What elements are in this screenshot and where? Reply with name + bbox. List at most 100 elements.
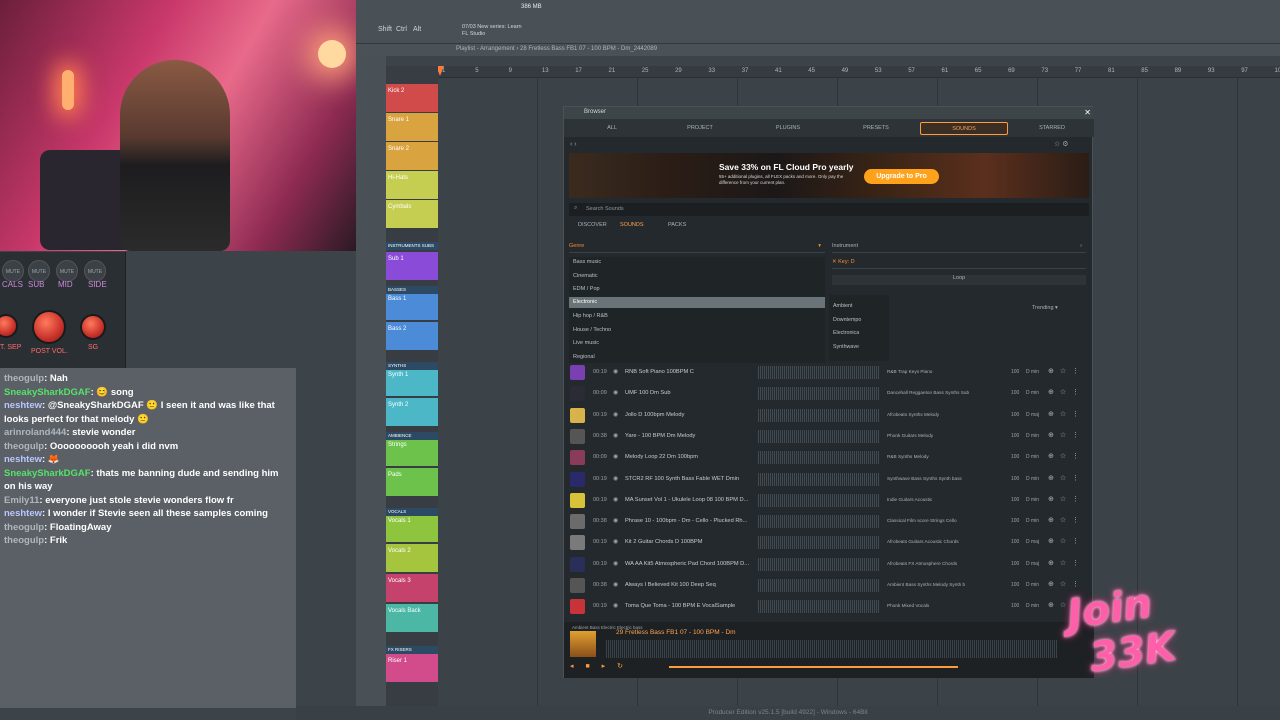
stereo-sep-knob[interactable]	[0, 314, 18, 338]
tab-plugins[interactable]: PLUGINS	[744, 122, 832, 135]
tab-presets[interactable]: PRESETS	[832, 122, 920, 135]
chat-username[interactable]: Emily11	[4, 495, 39, 506]
genre-item[interactable]: Cinematic	[573, 273, 597, 279]
track-header[interactable]: Kick 2	[386, 84, 438, 112]
row-actions[interactable]: ⊕☆⋮	[1048, 537, 1085, 545]
subgenre-item[interactable]: Downtempo	[833, 317, 861, 323]
track-group-header[interactable]: AMBIENCE	[386, 432, 438, 440]
track-header[interactable]: Pads	[386, 468, 438, 496]
track-header[interactable]: Snare 1	[386, 113, 438, 141]
tab-project[interactable]: PROJECT	[656, 122, 744, 135]
ctrl-button[interactable]: Ctrl	[396, 26, 407, 38]
track-header[interactable]: Bass 1	[386, 292, 438, 320]
genre-item[interactable]: Live music	[573, 340, 599, 346]
tab-starred[interactable]: STARRED	[1008, 122, 1096, 135]
search-input[interactable]: ⌕ Search Sounds	[569, 203, 1089, 216]
upgrade-button[interactable]: Upgrade to Pro	[864, 169, 939, 184]
sample-name[interactable]: Always I Believed Kit 100 Deep Seq	[625, 582, 755, 588]
sample-name[interactable]: Melody Loop 22 Dm 100bpm	[625, 454, 755, 460]
preview-icon[interactable]: ◉	[613, 368, 618, 375]
sample-name[interactable]: Kit 2 Guitar Chords D 100BPM	[625, 539, 755, 545]
chat-username[interactable]: arinroland444	[4, 427, 66, 438]
subtab-sounds[interactable]: SOUNDS	[620, 222, 644, 228]
sample-name[interactable]: WA AA Kit5 Atmospheric Pad Chord 100BPM …	[625, 561, 755, 567]
mute-button[interactable]: MUTE	[84, 260, 106, 282]
chat-username[interactable]: neshtew	[4, 400, 42, 411]
transport-controls[interactable]: ◂ ■ ▸ ↻	[570, 662, 628, 670]
genre-item[interactable]: House / Techno	[573, 327, 611, 333]
player-progress[interactable]	[669, 666, 959, 668]
track-header[interactable]: Vocals 3	[386, 574, 438, 602]
row-actions[interactable]: ⊕☆⋮	[1048, 367, 1085, 375]
sample-name[interactable]: Phrase 10 - 100bpm - Dm - Cello - Plucke…	[625, 518, 755, 524]
genre-item[interactable]: Hip hop / R&B	[573, 313, 608, 319]
chat-username[interactable]: theogulp	[4, 373, 44, 384]
post-volume-knob[interactable]	[32, 310, 66, 344]
subgenre-item[interactable]: Synthwave	[833, 344, 859, 350]
row-actions[interactable]: ⊕☆⋮	[1048, 474, 1085, 482]
preview-icon[interactable]: ◉	[613, 496, 618, 503]
subgenre-item[interactable]: Electronica	[833, 330, 859, 336]
genre-item[interactable]: Electronic	[569, 296, 825, 308]
track-header[interactable]: Synth 1	[386, 368, 438, 396]
sort-dropdown[interactable]: Trending ▾	[1032, 305, 1058, 311]
sample-name[interactable]: Jollo D 100bpm Melody	[625, 412, 755, 418]
track-header[interactable]: Bass 2	[386, 322, 438, 350]
track-group-header[interactable]: INSTRUMENTS SUBS	[386, 242, 438, 250]
loop-filter[interactable]: Loop	[832, 275, 1086, 285]
sample-row[interactable]: 00:38 ◉ Phrase 10 - 100bpm - Dm - Cello - …	[564, 511, 1094, 532]
mute-button[interactable]: MUTE	[56, 260, 78, 282]
sample-row[interactable]: 00:19 ◉ Toma Que Toma - 100 BPM E VocalSam…	[564, 596, 1094, 617]
sample-row[interactable]: 00:19 ◉ Jollo D 100bpm Melody Afrobeats Syn…	[564, 405, 1094, 426]
track-header[interactable]: Riser 1	[386, 654, 438, 682]
sample-name[interactable]: STCR2 RF 100 Synth Bass Fable WET Dmin	[625, 476, 755, 482]
preview-icon[interactable]: ◉	[613, 475, 618, 482]
track-header[interactable]: Snare 2	[386, 142, 438, 170]
back-icon[interactable]: ‹ ›	[570, 141, 577, 148]
track-group-header[interactable]: FX RISERS	[386, 646, 438, 654]
sample-row[interactable]: 00:38 ◉ Yare - 100 BPM Dm Melody Phonk Guit…	[564, 426, 1094, 447]
shift-button[interactable]: Shift	[378, 26, 392, 38]
row-actions[interactable]: ⊕☆⋮	[1048, 559, 1085, 567]
genre-item[interactable]: EDM / Pop	[573, 286, 600, 292]
instrument-dropdown[interactable]: Instrument ›	[832, 243, 1086, 253]
track-group-header[interactable]: BASSES	[386, 286, 438, 294]
mute-button[interactable]: MUTE	[28, 260, 50, 282]
preview-icon[interactable]: ◉	[613, 432, 618, 439]
sample-row[interactable]: 00:09 ◉ Melody Loop 22 Dm 100bpm R&B Synths…	[564, 447, 1094, 468]
preview-icon[interactable]: ◉	[613, 411, 618, 418]
chat-username[interactable]: theogulp	[4, 522, 44, 533]
track-header[interactable]: Sub 1	[386, 252, 438, 280]
row-actions[interactable]: ⊕☆⋮	[1048, 452, 1085, 460]
sample-name[interactable]: MA Sunset Vol 1 - Ukulele Loop 08 100 BP…	[625, 497, 755, 503]
subgenre-item[interactable]: Ambient	[833, 303, 852, 309]
genre-item[interactable]: Regional	[573, 354, 595, 360]
timeline-ruler[interactable]: 1 5 9 13 17 21 25 29 33 37 41 45 49 53 57 61 65 69 73 77 81 8…	[436, 66, 1280, 78]
row-actions[interactable]: ⊕☆⋮	[1048, 388, 1085, 396]
sample-row[interactable]: 00:19 ◉ Kit 2 Guitar Chords D 100BPM Afrobe…	[564, 532, 1094, 553]
sample-row[interactable]: 00:19 ◉ RNB Soft Piano 100BPM C R&B Trap Ke…	[564, 362, 1094, 383]
key-filter[interactable]: ✕ Key: D	[832, 259, 1086, 269]
row-actions[interactable]: ⊕☆⋮	[1048, 580, 1085, 588]
row-actions[interactable]: ⊕☆⋮	[1048, 495, 1085, 503]
sample-name[interactable]: Toma Que Toma - 100 BPM E VocalSample	[625, 603, 755, 609]
row-actions[interactable]: ⊕☆⋮	[1048, 431, 1085, 439]
sg-knob[interactable]	[80, 314, 106, 340]
sample-name[interactable]: UMF 100 Dm Sub	[625, 390, 755, 396]
chat-username[interactable]: SneakySharkDGAF	[4, 468, 91, 479]
chat-username[interactable]: theogulp	[4, 441, 44, 452]
sample-name[interactable]: RNB Soft Piano 100BPM C	[625, 369, 755, 375]
preview-icon[interactable]: ◉	[613, 389, 618, 396]
track-header[interactable]: Cymbals	[386, 200, 438, 228]
preview-icon[interactable]: ◉	[613, 560, 618, 567]
chat-username[interactable]: neshtew	[4, 454, 42, 465]
subtab-discover[interactable]: DISCOVER	[578, 222, 607, 228]
sample-row[interactable]: 00:19 ◉ MA Sunset Vol 1 - Ukulele Loop 08 …	[564, 490, 1094, 511]
track-header[interactable]: Vocals 1	[386, 514, 438, 542]
genre-dropdown[interactable]: Genre ▾	[569, 243, 825, 253]
preview-icon[interactable]: ◉	[613, 453, 618, 460]
tab-all[interactable]: ALL	[568, 122, 656, 135]
alt-button[interactable]: Alt	[413, 26, 421, 38]
tab-sounds[interactable]: SOUNDS	[920, 122, 1008, 135]
close-icon[interactable]: ✕	[1084, 108, 1091, 117]
